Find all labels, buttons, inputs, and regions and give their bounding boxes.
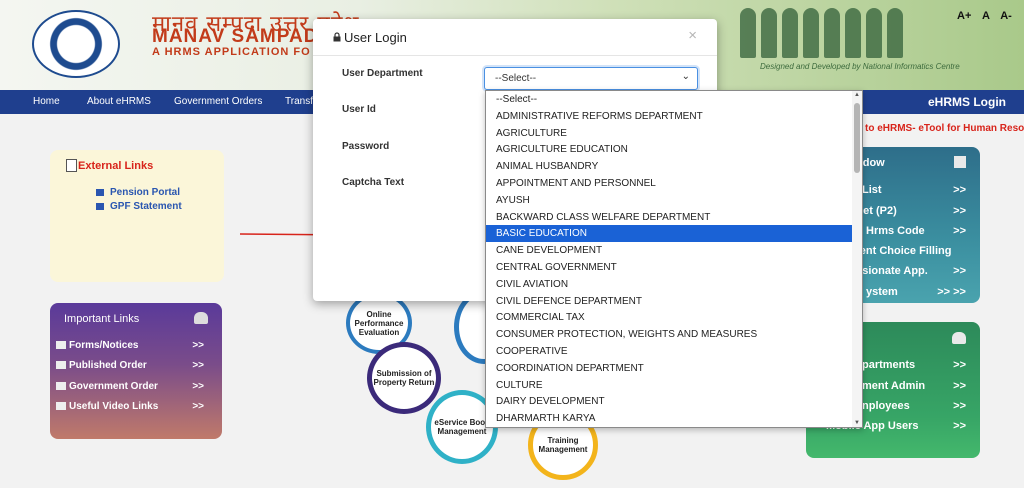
government-order-link[interactable]: Government Order >> [56,381,212,392]
nav-transfer[interactable]: Transf [285,96,313,107]
brand-title: MANAV SAMPADA [152,26,334,47]
password-label: Password [342,141,390,152]
forms-notices-link[interactable]: Forms/Notices >> [56,340,212,351]
brand-tagline: A HRMS APPLICATION FO [152,46,311,58]
arrow-icon: >> [953,380,966,392]
list-icon [56,402,66,411]
dropdown-option[interactable]: COMMERCIAL TAX [486,309,854,326]
dropdown-option[interactable]: CANE DEVELOPMENT [486,242,854,259]
published-order-link[interactable]: Published Order >> [56,360,212,371]
arrow-icon: >> [953,265,966,277]
arrow-icon: >> [953,205,966,217]
arrow-icon: >> [953,359,966,371]
panel-link-system[interactable]: ystem [866,286,898,298]
user-department-select[interactable]: --Select-- ⌄ [484,67,698,90]
dropdown-option[interactable]: BACKWARD CLASS WELFARE DEPARTMENT [486,209,854,226]
list-icon [56,361,66,370]
state-emblem-logo [32,10,120,78]
dropdown-option[interactable]: DAIRY DEVELOPMENT [486,393,854,410]
dropdown-option[interactable]: CIVIL AVIATION [486,276,854,293]
gpf-statement-link[interactable]: GPF Statement [110,201,182,212]
pension-portal-link[interactable]: Pension Portal [110,187,180,198]
nav-home[interactable]: Home [33,96,60,107]
dropdown-option[interactable]: CONSUMER PROTECTION, WEIGHTS AND MEASURE… [486,326,854,343]
users-group-icon [952,332,966,344]
close-icon[interactable]: × [688,27,697,44]
panel-link-employees[interactable]: nployees [862,400,910,412]
chevron-down-icon: ⌄ [681,71,690,82]
dropdown-option[interactable]: DHARMARTH KARYA [486,410,854,427]
dropdown-option[interactable]: CULTURE [486,377,854,394]
font-size-controls[interactable]: A+ A A- [957,10,1012,22]
panel-link-list[interactable]: List [862,184,882,196]
list-icon [56,382,66,391]
link-icon [96,203,104,210]
important-links-title: Important Links [64,313,140,325]
modal-header: User Login × [313,19,717,56]
calculator-icon [954,156,966,168]
link-icon [96,189,104,196]
scrollbar-thumb[interactable] [854,103,860,173]
department-dropdown-list: --Select-- ADMINISTRATIVE REFORMS DEPARTM… [485,90,863,428]
list-icon [56,341,66,350]
arrow-icon: >> [953,400,966,412]
arrow-icon: >> [953,184,966,196]
panel-link-departments[interactable]: partments [862,359,915,371]
dropdown-option[interactable]: COORDINATION DEPARTMENT [486,360,854,377]
external-links-panel: External Links Pension Portal GPF Statem… [50,150,224,282]
arrow-icon: >> [953,420,966,432]
important-links-panel: Important Links Forms/Notices >> Publishe… [50,303,222,439]
dropdown-option[interactable]: APPOINTMENT AND PERSONNEL [486,175,854,192]
user-department-label: User Department [342,68,423,79]
document-icon [66,159,77,172]
dropdown-option[interactable]: AGRICULTURE EDUCATION [486,141,854,158]
user-id-label: User Id [342,104,376,115]
users-group-icon [194,312,208,324]
panel-link-choice-filling[interactable]: ment Choice Filling [850,245,951,257]
dropdown-option[interactable]: ANIMAL HUSBANDRY [486,158,854,175]
scroll-up-icon[interactable]: ▲ [854,92,860,98]
lock-icon [333,32,341,42]
dropdown-option[interactable]: BASIC EDUCATION [486,225,854,243]
dropdown-option[interactable]: COOPERATIVE [486,343,854,360]
modal-title: User Login [344,30,407,45]
arrow-icon: >> [953,225,966,237]
dropdown-option[interactable]: ADMINISTRATIVE REFORMS DEPARTMENT [486,108,854,125]
dropdown-option[interactable]: AYUSH [486,192,854,209]
captcha-label: Captcha Text [342,177,405,188]
external-links-title: External Links [78,160,154,172]
news-ticker: to eHRMS- eTool for Human Reso [865,123,1024,134]
people-graphic [740,8,940,66]
dropdown-scrollbar[interactable]: ▲ ▼ [852,91,862,427]
select-value: --Select-- [495,73,537,84]
dropdown-option[interactable]: CIVIL DEFENCE DEPARTMENT [486,293,854,310]
nav-about[interactable]: About eHRMS [87,96,151,107]
dropdown-option[interactable]: --Select-- [486,91,854,108]
useful-video-links-link[interactable]: Useful Video Links >> [56,401,212,412]
dropdown-option[interactable]: AGRICULTURE [486,125,854,142]
dropdown-option[interactable]: CENTRAL GOVERNMENT [486,259,854,276]
arrow-icon: >> >> [937,286,966,298]
scroll-down-icon[interactable]: ▼ [854,420,860,426]
panel-link-hrms-code[interactable]: Hrms Code [866,225,925,237]
diagram-property-return: Submission of Property Return [367,342,441,414]
nav-government-orders[interactable]: Government Orders [174,96,262,107]
nic-credit: Designed and Developed by National Infor… [760,62,960,71]
panel-link-admin[interactable]: ment Admin [862,380,925,392]
nav-ehrms-login[interactable]: eHRMS Login [928,95,1006,109]
